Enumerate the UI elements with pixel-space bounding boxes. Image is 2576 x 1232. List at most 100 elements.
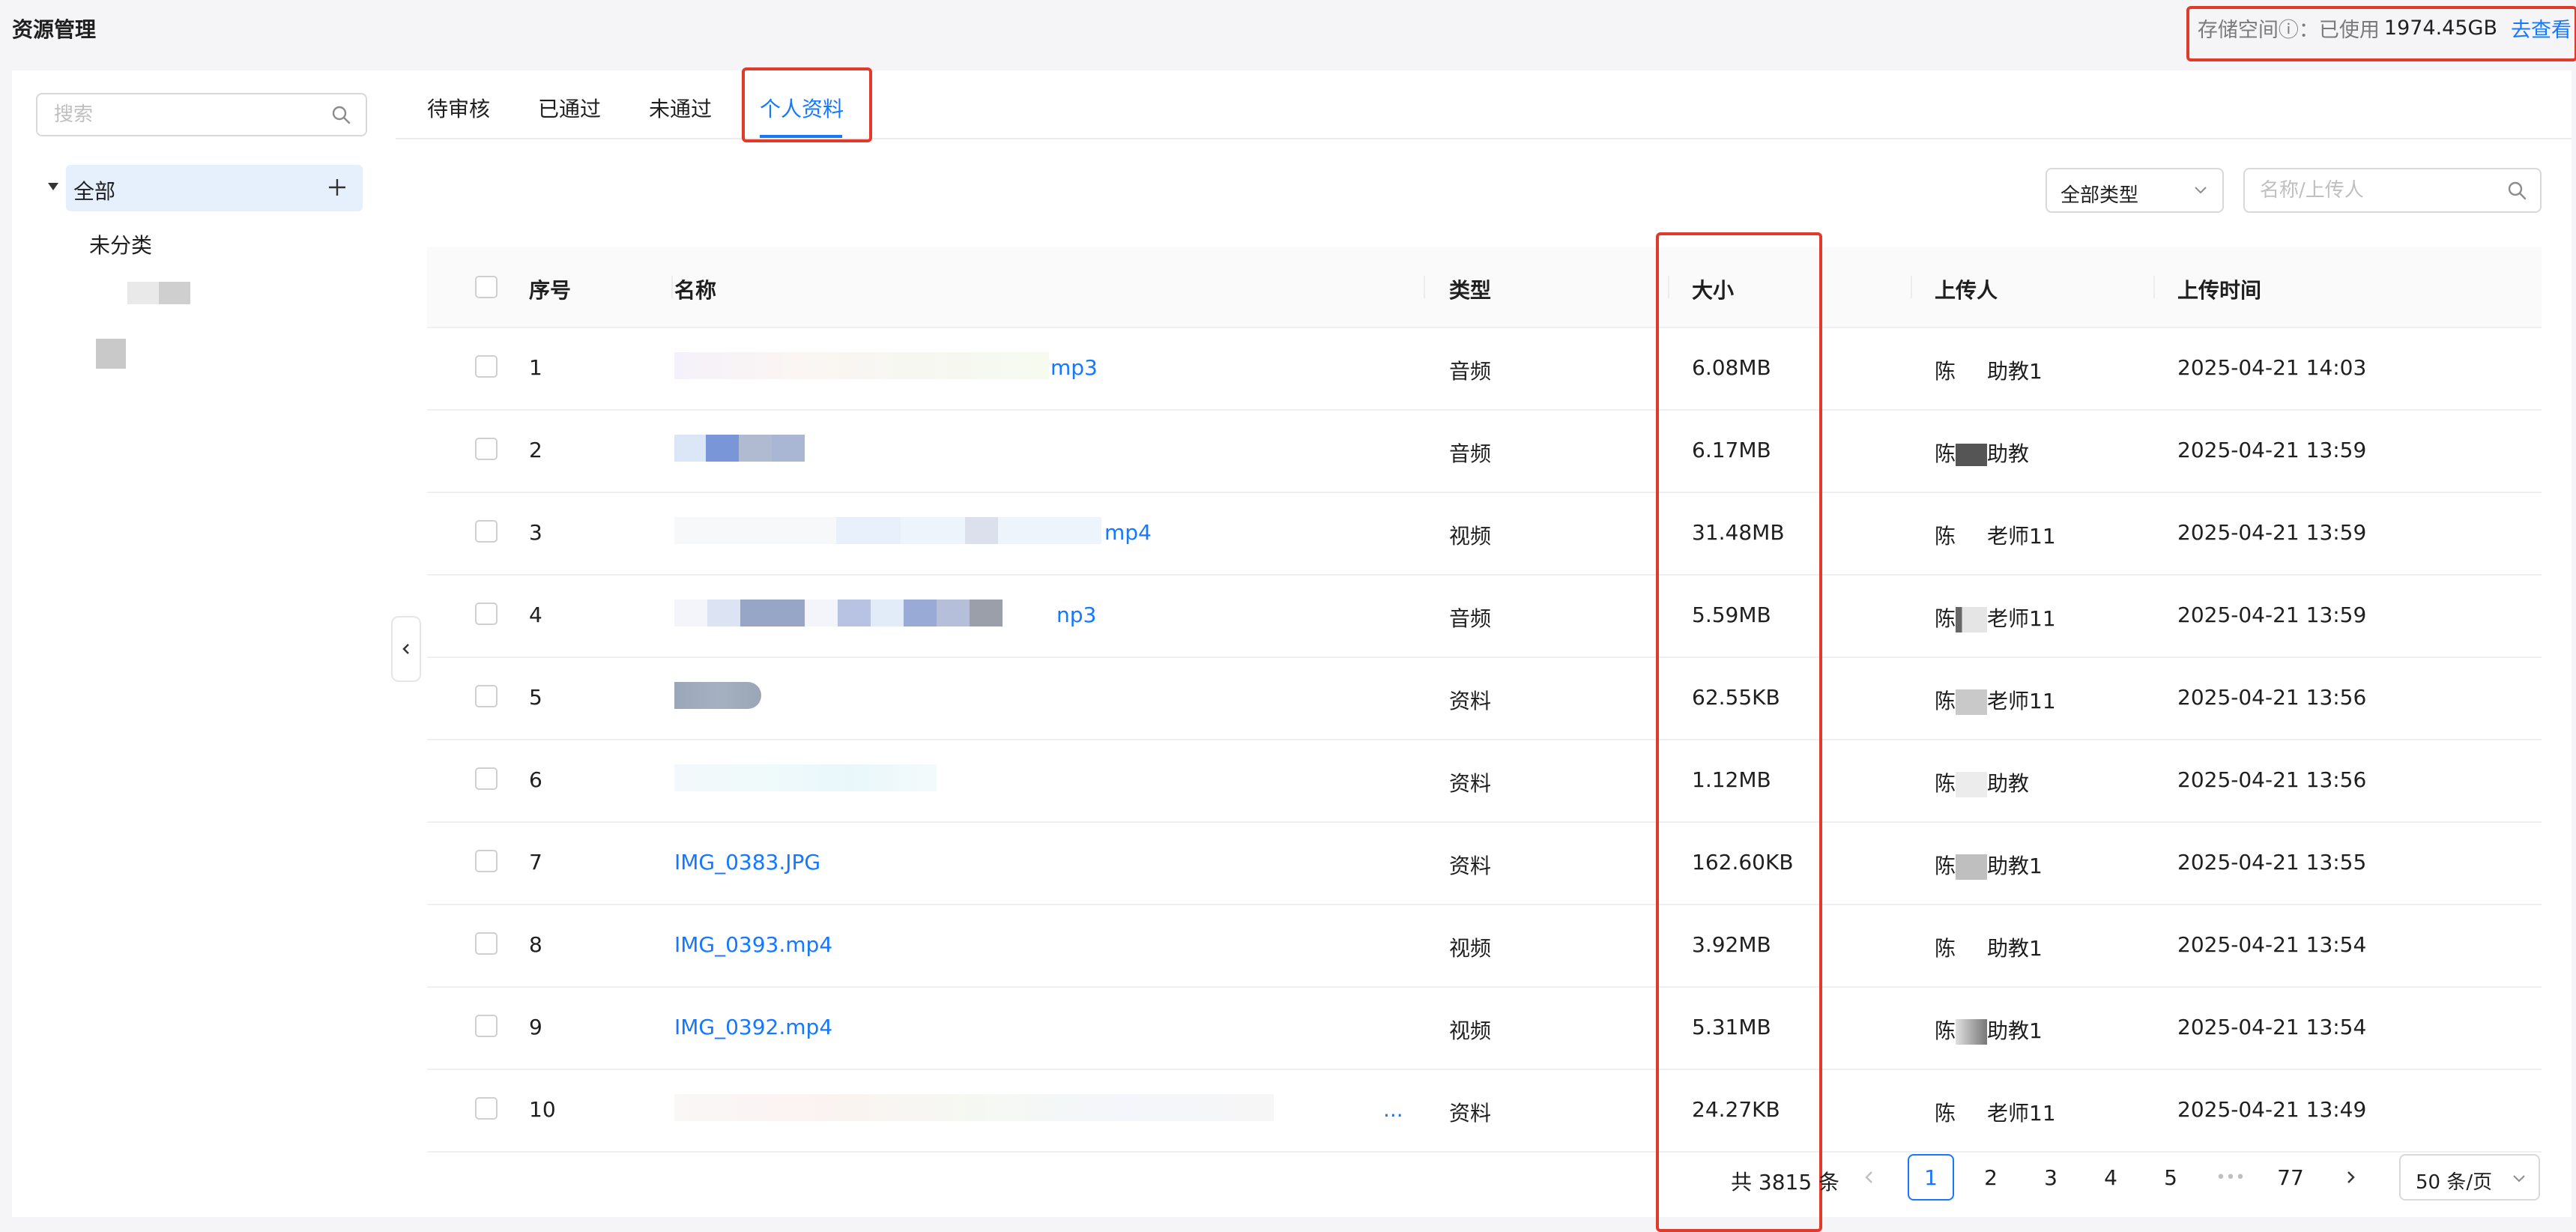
table-row[interactable]: 5 资料 62.55KB 陈老师11 2025-04-21 13:56 — [427, 656, 2542, 740]
col-type: 类型 — [1449, 278, 1492, 303]
sidebar-search-input[interactable] — [37, 94, 325, 135]
page-size-select[interactable]: 50 条/页 — [2399, 1154, 2540, 1201]
file-type: 资料 — [1449, 689, 1492, 713]
search-icon[interactable] — [331, 105, 351, 124]
blurred-name-mosaic — [674, 435, 805, 462]
table-header: 序号 名称 类型 大小 上传人 上传时间 — [427, 247, 2542, 328]
page-button[interactable]: 3 — [2028, 1154, 2074, 1201]
sidebar-search[interactable] — [36, 93, 367, 136]
uploader-name: 陈老师11 — [1935, 689, 2056, 715]
size-column-highlight-box — [1656, 232, 1822, 1232]
row-index: 1 — [529, 355, 542, 380]
row-index: 7 — [529, 850, 542, 875]
page-button[interactable]: 1 — [1908, 1154, 1954, 1201]
uploader-name: 陈助教1 — [1935, 1018, 2043, 1045]
blurred-name-mosaic — [674, 352, 1049, 379]
pagination-ellipsis[interactable]: ••• — [2207, 1154, 2254, 1201]
chevron-down-icon — [2513, 1175, 2525, 1183]
file-name-link[interactable]: IMG_0383.JPG — [674, 850, 820, 875]
type-filter-select[interactable]: 全部类型 — [2046, 168, 2224, 213]
tab-bar: 待审核 已通过 未通过 个人资料 — [396, 70, 2572, 139]
tree-item-all-label: 全部 — [73, 179, 116, 204]
row-checkbox[interactable] — [475, 685, 498, 707]
caret-down-icon[interactable] — [48, 183, 58, 190]
page-button-last[interactable]: 77 — [2267, 1154, 2314, 1201]
file-type: 视频 — [1449, 936, 1492, 961]
row-checkbox[interactable] — [475, 603, 498, 625]
row-index: 4 — [529, 603, 542, 627]
row-checkbox[interactable] — [475, 850, 498, 872]
file-name-link[interactable]: ... — [1383, 1097, 1403, 1122]
tab-highlight-box — [742, 67, 872, 142]
upload-time: 2025-04-21 13:55 — [2177, 850, 2367, 875]
name-search-input[interactable] — [2245, 169, 2501, 211]
name-search[interactable] — [2243, 168, 2542, 213]
file-type: 视频 — [1449, 524, 1492, 549]
row-checkbox[interactable] — [475, 932, 498, 955]
table-row[interactable]: 1 mp3 音频 6.08MB 陈助教1 2025-04-21 14:03 — [427, 327, 2542, 411]
file-name-link[interactable]: IMG_0393.mp4 — [674, 932, 832, 957]
search-icon[interactable] — [2507, 181, 2527, 200]
add-folder-icon[interactable] — [327, 177, 348, 198]
upload-time: 2025-04-21 13:49 — [2177, 1097, 2367, 1122]
file-name-link[interactable]: mp3 — [1050, 355, 1098, 380]
row-checkbox[interactable] — [475, 355, 498, 378]
col-uploader: 上传人 — [1935, 278, 1998, 303]
page-size-value: 50 条/页 — [2416, 1171, 2493, 1194]
file-type: 资料 — [1449, 854, 1492, 878]
page-button[interactable]: 2 — [1968, 1154, 2014, 1201]
row-index: 2 — [529, 438, 542, 462]
table-row[interactable]: 9 IMG_0392.mp4 视频 5.31MB 陈助教1 2025-04-21… — [427, 986, 2542, 1070]
prev-page-button[interactable] — [1846, 1154, 1893, 1201]
upload-time: 2025-04-21 13:59 — [2177, 438, 2367, 462]
file-name-link[interactable]: mp4 — [1104, 520, 1152, 545]
row-checkbox[interactable] — [475, 520, 498, 543]
blurred-name-mosaic — [674, 517, 1101, 544]
next-page-button[interactable] — [2327, 1154, 2374, 1201]
tree-item-blurred[interactable] — [96, 339, 126, 369]
column-divider — [2153, 276, 2155, 298]
row-index: 10 — [529, 1097, 556, 1122]
row-index: 5 — [529, 685, 542, 710]
page-button[interactable]: 4 — [2087, 1154, 2134, 1201]
table-row[interactable]: 2 音频 6.17MB 陈助教 2025-04-21 13:59 — [427, 409, 2542, 493]
tab-rejected[interactable]: 未通过 — [649, 93, 712, 123]
file-name-link[interactable]: IMG_0392.mp4 — [674, 1015, 832, 1039]
row-checkbox[interactable] — [475, 767, 498, 790]
table-row[interactable]: 3 mp4 视频 31.48MB 陈老师11 2025-04-21 13:59 — [427, 492, 2542, 576]
chevron-down-icon — [2195, 187, 2207, 194]
tab-pending[interactable]: 待审核 — [427, 93, 490, 123]
uploader-name: 陈老师11 — [1935, 1101, 2056, 1126]
table-row[interactable]: 6 资料 1.12MB 陈助教 2025-04-21 13:56 — [427, 739, 2542, 823]
pagination-total: 共 3815 条 — [1731, 1170, 1840, 1195]
select-all-checkbox[interactable] — [475, 276, 498, 298]
page-button[interactable]: 5 — [2147, 1154, 2194, 1201]
blurred-name-mosaic — [674, 764, 937, 791]
row-checkbox[interactable] — [475, 438, 498, 460]
blurred-name-mosaic — [674, 1094, 1274, 1121]
file-type: 音频 — [1449, 606, 1492, 631]
tab-approved[interactable]: 已通过 — [538, 93, 601, 123]
sidebar: 全部 未分类 — [12, 70, 397, 1217]
file-type: 音频 — [1449, 441, 1492, 466]
row-checkbox[interactable] — [475, 1015, 498, 1037]
sidebar-collapse-button[interactable] — [391, 616, 421, 682]
file-type: 资料 — [1449, 1101, 1492, 1126]
table-row[interactable]: 10 ... 资料 24.27KB 陈老师11 2025-04-21 13:49 — [427, 1069, 2542, 1153]
file-name-link[interactable]: np3 — [1056, 603, 1096, 627]
row-checkbox[interactable] — [475, 1097, 498, 1120]
col-name: 名称 — [674, 278, 717, 303]
page-title: 资源管理 — [12, 17, 97, 42]
tree-item-all[interactable]: 全部 — [48, 165, 363, 211]
tree-item-blurred[interactable] — [127, 282, 190, 304]
upload-time: 2025-04-21 13:59 — [2177, 603, 2367, 627]
file-type: 视频 — [1449, 1018, 1492, 1043]
file-type: 资料 — [1449, 771, 1492, 796]
main-panel: 待审核 已通过 未通过 个人资料 全部类型 序号 名称 类型 大小 上传人 上传… — [396, 67, 2572, 1232]
uploader-name: 陈老师11 — [1935, 524, 2056, 549]
table-row[interactable]: 7 IMG_0383.JPG 资料 162.60KB 陈助教1 2025-04-… — [427, 821, 2542, 905]
table-row[interactable]: 4 np3 音频 5.59MB 陈老师11 2025-04-21 13:59 — [427, 574, 2542, 658]
table-row[interactable]: 8 IMG_0393.mp4 视频 3.92MB 陈助教1 2025-04-21… — [427, 904, 2542, 988]
upload-time: 2025-04-21 13:54 — [2177, 1015, 2367, 1039]
tree-item-uncategorized[interactable]: 未分类 — [89, 229, 152, 259]
